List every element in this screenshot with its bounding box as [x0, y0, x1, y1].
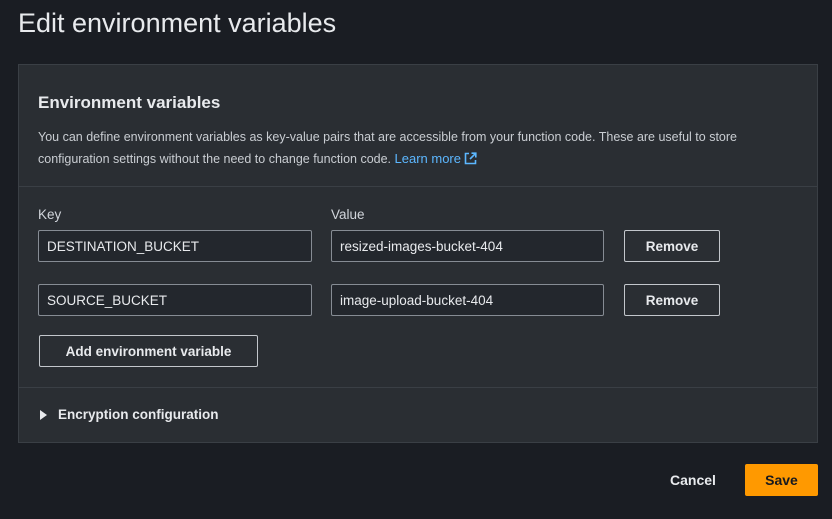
variable-value-input[interactable] — [331, 284, 604, 316]
encryption-configuration-toggle[interactable]: Encryption configuration — [40, 407, 219, 422]
save-button[interactable]: Save — [745, 464, 818, 496]
value-column-label: Value — [331, 207, 365, 222]
encryption-configuration-label: Encryption configuration — [58, 407, 219, 422]
panel-description-text: You can define environment variables as … — [38, 130, 737, 166]
variable-value-input[interactable] — [331, 230, 604, 262]
panel-description: You can define environment variables as … — [38, 127, 808, 171]
page-title: Edit environment variables — [18, 8, 337, 38]
learn-more-link[interactable]: Learn more — [395, 151, 477, 166]
key-column-label: Key — [38, 207, 62, 222]
environment-variables-panel: Environment variables You can define env… — [18, 64, 818, 443]
cancel-button[interactable]: Cancel — [656, 464, 730, 496]
remove-button-label: Remove — [645, 292, 699, 308]
external-link-icon — [464, 150, 477, 171]
remove-button-label: Remove — [645, 238, 699, 254]
variable-key-input[interactable] — [38, 230, 312, 262]
add-environment-variable-button[interactable]: Add environment variable — [39, 335, 258, 367]
remove-variable-button[interactable]: Remove — [624, 230, 720, 262]
divider — [19, 387, 817, 388]
add-variable-label: Add environment variable — [65, 343, 232, 359]
cancel-label: Cancel — [670, 472, 716, 488]
caret-right-icon — [40, 409, 47, 420]
learn-more-label: Learn more — [394, 151, 461, 166]
variable-key-input[interactable] — [38, 284, 312, 316]
save-label: Save — [765, 472, 798, 488]
panel-header: Environment variables You can define env… — [19, 65, 817, 187]
panel-title: Environment variables — [38, 93, 221, 112]
remove-variable-button[interactable]: Remove — [624, 284, 720, 316]
